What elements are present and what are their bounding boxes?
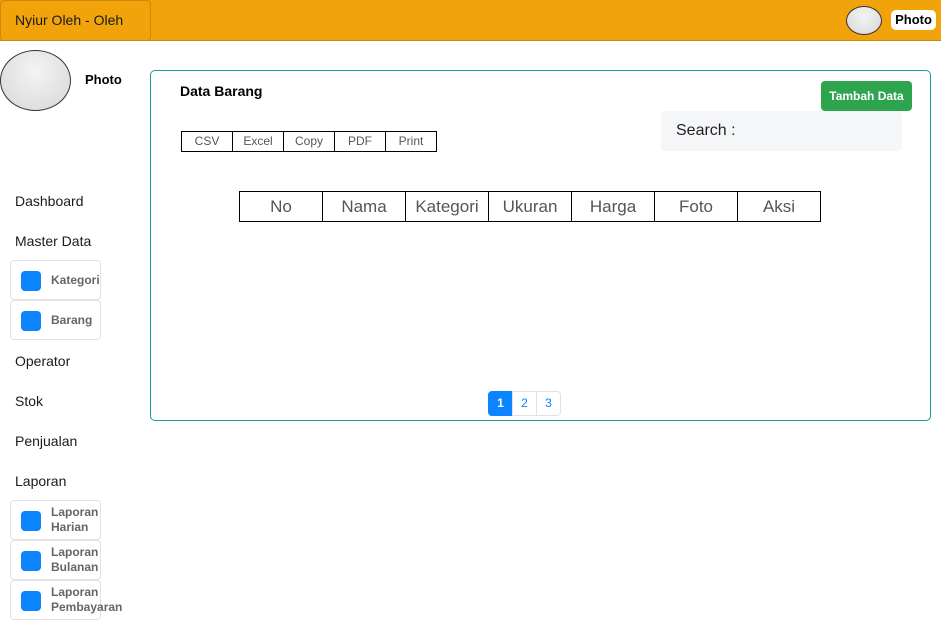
label-line-2: Bulanan [51, 560, 99, 574]
column-header-aksi[interactable]: Aksi [737, 191, 821, 222]
page-button-3[interactable]: 3 [536, 391, 561, 416]
sidebar-subitem-label: Laporan Harian [51, 501, 98, 539]
barang-icon [21, 311, 41, 331]
sidebar-item-dashboard[interactable]: Dashboard [15, 193, 84, 209]
sidebar-subitem-laporan-pembayaran[interactable]: Laporan Pembayaran [10, 580, 122, 620]
sidebar-subitem-label: Kategori [51, 272, 100, 287]
label-line-2: Harian [51, 520, 89, 534]
top-header: Nyiur Oleh - Oleh Photo [0, 0, 941, 41]
sidebar-subitem-label: Barang [51, 312, 93, 327]
column-header-kategori[interactable]: Kategori [405, 191, 489, 222]
label-line-1: Laporan [51, 505, 99, 519]
laporan-harian-icon [21, 511, 41, 531]
page-title: Data Barang [180, 83, 263, 99]
column-header-foto[interactable]: Foto [654, 191, 738, 222]
export-buttons: CSV Excel Copy PDF Print [181, 131, 437, 152]
label-line-2: Pembayaran [51, 600, 123, 614]
data-table-header: No Nama Kategori Ukuran Harga Foto Aksi [239, 191, 821, 222]
label-line-1: Laporan [51, 585, 99, 599]
sidebar-photo-label: Photo [85, 72, 122, 87]
export-print-button[interactable]: Print [385, 131, 437, 152]
sidebar-subitem-label: Laporan Pembayaran [51, 581, 122, 619]
pagination: 1 2 3 [488, 391, 561, 416]
column-header-nama[interactable]: Nama [322, 191, 406, 222]
header-photo-label[interactable]: Photo [891, 10, 936, 30]
column-header-ukuran[interactable]: Ukuran [488, 191, 572, 222]
sidebar-subitem-barang[interactable]: Barang [10, 300, 101, 340]
export-copy-button[interactable]: Copy [283, 131, 335, 152]
column-header-no[interactable]: No [239, 191, 323, 222]
column-header-harga[interactable]: Harga [571, 191, 655, 222]
label-line-1: Laporan [51, 545, 99, 559]
sidebar-subitem-kategori[interactable]: Kategori [10, 260, 101, 300]
sidebar-item-operator[interactable]: Operator [15, 353, 70, 369]
search-input[interactable]: Search : [661, 111, 902, 151]
export-csv-button[interactable]: CSV [181, 131, 233, 152]
sidebar-subitem-laporan-bulanan[interactable]: Laporan Bulanan [10, 540, 101, 580]
sidebar-item-master-data[interactable]: Master Data [15, 233, 91, 249]
add-data-button[interactable]: Tambah Data [821, 81, 912, 111]
data-barang-panel: Data Barang Tambah Data Search : CSV Exc… [150, 70, 931, 421]
brand-title[interactable]: Nyiur Oleh - Oleh [0, 0, 151, 41]
kategori-icon [21, 271, 41, 291]
page-button-1[interactable]: 1 [488, 391, 513, 416]
export-excel-button[interactable]: Excel [232, 131, 284, 152]
sidebar-item-laporan[interactable]: Laporan [15, 473, 66, 489]
page-button-2[interactable]: 2 [512, 391, 537, 416]
sidebar-subitem-laporan-harian[interactable]: Laporan Harian [10, 500, 101, 540]
laporan-bulanan-icon [21, 551, 41, 571]
sidebar-item-penjualan[interactable]: Penjualan [15, 433, 77, 449]
export-pdf-button[interactable]: PDF [334, 131, 386, 152]
sidebar-subitem-label: Laporan Bulanan [51, 541, 98, 579]
sidebar-avatar [0, 50, 71, 111]
laporan-pembayaran-icon [21, 591, 41, 611]
sidebar-item-stok[interactable]: Stok [15, 393, 43, 409]
header-avatar[interactable] [846, 6, 882, 35]
